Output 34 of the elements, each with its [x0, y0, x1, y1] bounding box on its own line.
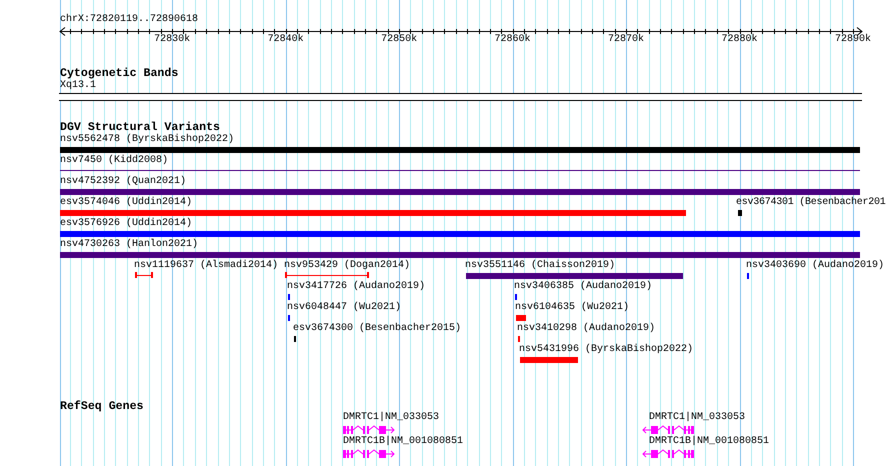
- variant-label: esv3574046 (Uddin2014): [60, 197, 192, 209]
- variant-label: nsv4730263 (Hanlon2021): [60, 239, 198, 251]
- variant-label: nsv3417726 (Audano2019): [287, 281, 426, 293]
- track-title: Cytogenetic Bands: [60, 67, 178, 80]
- variant-label: nsv1119637 (Alsmadi2014): [134, 260, 278, 272]
- variant-label: nsv4752392 (Quan2021): [60, 176, 186, 188]
- tick-label: 72890k: [834, 34, 872, 46]
- tick-label: 72850k: [380, 34, 418, 46]
- variant-label: esv3576926 (Uddin2014): [60, 218, 192, 230]
- variant-label: nsv7450 (Kidd2008): [60, 155, 168, 167]
- tick-label: 72830k: [153, 34, 192, 46]
- tick-label: 72870k: [607, 34, 646, 46]
- track-title: DGV Structural Variants: [60, 121, 220, 134]
- tick-label: 72840k: [266, 34, 305, 46]
- variant-label: nsv3551146 (Chaisson2019): [465, 260, 616, 272]
- variant-label: nsv6104635 (Wu2021): [515, 302, 630, 314]
- tick-label: 72880k: [720, 34, 758, 46]
- variant-label: nsv6048447 (Wu2021): [287, 302, 402, 314]
- band-label: Xq13.1: [60, 80, 96, 92]
- variant-label: esv3674301 (Besenbacher201: [736, 197, 886, 209]
- variant-label: nsv5562478 (ByrskaBishop2022): [60, 134, 234, 146]
- variant-label: nsv3403690 (Audano2019): [746, 260, 884, 272]
- gene-label: DMRTC1|NM_033053: [343, 412, 440, 424]
- gene-label: DMRTC1B|NM_001080851: [343, 436, 464, 448]
- variant-label: nsv5431996 (ByrskaBishop2022): [519, 344, 694, 356]
- location-label: chrX:72820119..72890618: [60, 14, 198, 26]
- variant-label: nsv3406385 (Audano2019): [514, 281, 652, 293]
- variant-label: nsv953429 (Dogan2014): [284, 260, 410, 272]
- variant-label: esv3674300 (Besenbacher2015): [293, 323, 462, 335]
- gene-label: DMRTC1|NM_033053: [649, 412, 746, 424]
- gene-label: DMRTC1B|NM_001080851: [649, 436, 770, 448]
- tick-label: 72860k: [494, 34, 532, 46]
- variant-label: nsv3410298 (Audano2019): [517, 323, 656, 335]
- track-title: RefSeq Genes: [60, 400, 144, 413]
